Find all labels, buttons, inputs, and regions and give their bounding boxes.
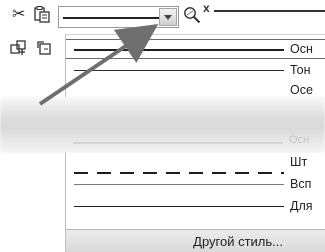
list-item-label: Для [290,199,313,213]
line-style-combo[interactable] [58,6,179,28]
blur-overlay [0,97,325,153]
other-style-label: Другой стиль... [193,234,283,249]
line-sample [73,142,283,144]
list-item[interactable]: Для [66,197,325,217]
list-item[interactable]: Осн [66,39,325,59]
cut-icon[interactable]: ✂ [12,7,25,23]
toolbar-line-sample [214,10,325,12]
dropdown-button[interactable] [159,8,177,26]
list-item-label: Всп [290,177,312,191]
paste-icon[interactable] [34,6,50,27]
line-sample [74,49,284,51]
list-item-label: Тон [290,63,311,77]
selected-line-sample [63,17,159,19]
chevron-down-icon [164,15,172,20]
close-icon[interactable]: x [203,1,210,15]
list-item[interactable]: Тон [66,61,325,81]
move-icon[interactable] [10,40,28,63]
other-style-button[interactable]: Другой стиль... [66,229,325,252]
zoom-icon[interactable] [183,6,201,29]
list-item-label: Осн [290,42,313,56]
list-item[interactable]: Всп [66,175,325,195]
line-sample [74,70,284,71]
list-item[interactable]: Шт [66,153,325,174]
line-sample [74,206,284,207]
list-item-label: Шт [290,155,308,169]
rotate-icon[interactable] [36,40,54,63]
line-style-dropdown-lower: Шт Всп Для [65,153,325,229]
list-item-label: Осн [289,134,310,146]
list-item-label: Осе [290,83,313,97]
line-sample [74,184,284,185]
